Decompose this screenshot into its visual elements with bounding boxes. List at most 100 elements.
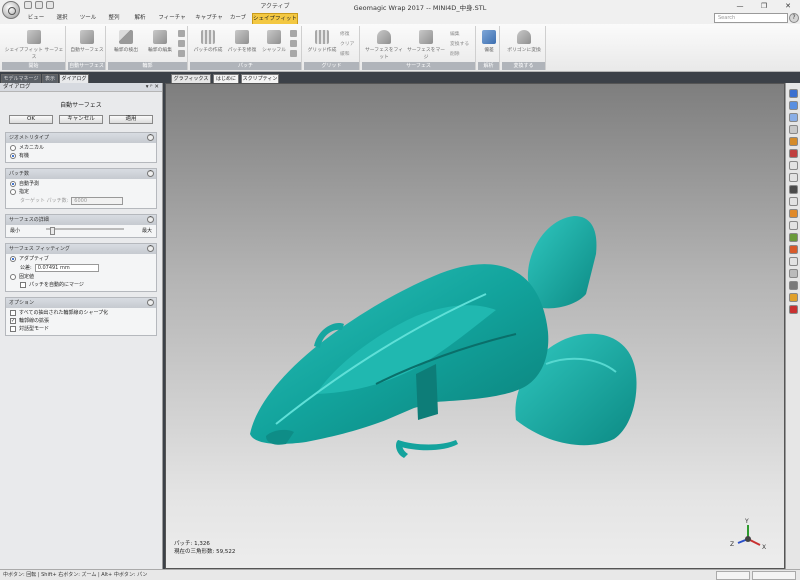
checkbox-auto-merge[interactable]: パッチを自動的にマージ — [6, 281, 156, 289]
search-input[interactable]: Search — [714, 13, 788, 23]
shapefit-surface-button[interactable]: シェイプフィット サーフェス — [4, 28, 64, 60]
checkbox-extend-contours[interactable]: ✓ 輪郭線の拡張 — [6, 317, 156, 325]
view-fit-icon[interactable] — [789, 101, 798, 110]
tab-select[interactable]: 選択 — [52, 13, 72, 24]
view-color-icon[interactable] — [789, 149, 798, 158]
contour-small-icon-2[interactable] — [178, 40, 185, 47]
radio-specify[interactable]: 指定 — [6, 188, 156, 196]
tolerance-field[interactable]: 0.07491 mm — [34, 264, 99, 272]
collapse-icon[interactable]: ⌃ — [147, 134, 154, 141]
tab-getting-started[interactable]: はじめに — [213, 74, 239, 83]
radio-organic[interactable]: 有機 — [6, 152, 156, 160]
ok-button[interactable]: OK — [9, 115, 53, 124]
surface-delete-button[interactable]: 削除 — [450, 50, 460, 57]
view-select-icon[interactable] — [789, 209, 798, 218]
collapse-icon[interactable]: ⌃ — [147, 245, 154, 252]
graphics-viewport[interactable]: Y X Z パッチ: 1,326 現在の三角形数: 59,522 — [165, 83, 785, 569]
tab-align[interactable]: 整列 — [104, 13, 124, 24]
repair-patch-button[interactable]: パッチを修復 — [226, 28, 258, 60]
panel-header-controls[interactable]: ▾ ᵖ ✕ — [146, 83, 159, 92]
create-patch-button[interactable]: パッチの作成 — [192, 28, 224, 60]
detect-contour-button[interactable]: 輪郭の検出 — [110, 28, 142, 60]
application-menu-button[interactable] — [2, 1, 20, 19]
contour-small-icon-1[interactable] — [178, 30, 185, 37]
view-cube-icon[interactable] — [789, 89, 798, 98]
restore-button[interactable]: ❐ — [752, 0, 776, 12]
view-camera-icon[interactable] — [789, 281, 798, 290]
view-pan-icon[interactable] — [789, 173, 798, 182]
view-settings-icon[interactable] — [789, 269, 798, 278]
tab-scripting[interactable]: スクリプティング — [241, 74, 279, 91]
patch-small-icon-1[interactable] — [290, 30, 297, 37]
slider-thumb[interactable] — [50, 227, 55, 235]
section-header-surface-fitting[interactable]: サーフェス フィッティング ⌃ — [6, 244, 156, 254]
deviation-button[interactable]: 偏差 — [479, 28, 499, 60]
undo-icon[interactable] — [35, 1, 43, 9]
merge-surface-button[interactable]: サーフェスをマージ — [406, 28, 446, 60]
collapse-icon[interactable]: ⌃ — [147, 216, 154, 223]
group-grid: グリッド作成 修復 クリア 緩和 グリッド — [304, 26, 360, 70]
patch-small-icon-2[interactable] — [290, 40, 297, 47]
section-header-surface-detail[interactable]: サーフェスの詳細 ⌃ — [6, 215, 156, 225]
target-patch-field[interactable]: 6000 — [71, 197, 124, 205]
tab-dialog[interactable]: ダイアログ — [59, 74, 89, 83]
view-front-icon[interactable] — [789, 113, 798, 122]
radio-fixed[interactable]: 固定値 — [6, 273, 156, 281]
help-button[interactable]: ? — [789, 13, 799, 23]
apply-button[interactable]: 適用 — [109, 115, 153, 124]
tab-tools[interactable]: ツール — [78, 13, 98, 24]
tab-model-manager[interactable]: モデルマネージャ — [1, 74, 41, 91]
tab-view[interactable]: ビュー — [26, 13, 46, 24]
tab-graphics[interactable]: グラフィックス — [171, 74, 211, 83]
surface-edit-button[interactable]: 編集 — [450, 30, 460, 37]
surface-detail-slider[interactable] — [46, 228, 124, 230]
view-measure-icon[interactable] — [789, 257, 798, 266]
section-header-patch-count[interactable]: パッチ数 ⌃ — [6, 169, 156, 179]
view-annotation-icon[interactable] — [789, 293, 798, 302]
save-icon[interactable] — [24, 1, 32, 9]
view-shade-icon[interactable] — [789, 197, 798, 206]
shuffle-button[interactable]: シャッフル — [260, 28, 288, 60]
checkbox-interactive-mode[interactable]: 対話型モード — [6, 325, 156, 333]
create-grid-button[interactable]: グリッド作成 — [306, 28, 338, 60]
section-header-options[interactable]: オプション ⌃ — [6, 298, 156, 308]
radio-adaptive[interactable]: アダプティブ — [6, 255, 156, 263]
axis-indicator: Y X Z — [730, 518, 766, 551]
fit-surface-button[interactable]: サーフェスをフィット — [364, 28, 404, 60]
grid-relax-button[interactable]: 緩和 — [340, 50, 350, 57]
tab-shapefit[interactable]: シェイプフィット — [252, 13, 298, 24]
tab-features[interactable]: フィーチャー — [156, 13, 188, 32]
view-rotate-icon[interactable] — [789, 161, 798, 170]
view-zoom-icon[interactable] — [789, 125, 798, 134]
view-reset-icon[interactable] — [789, 305, 798, 314]
convert-to-polygon-button[interactable]: ポリゴンに変換 — [504, 28, 544, 60]
close-button[interactable]: ✕ — [776, 0, 800, 12]
section-header-geometry-type[interactable]: ジオメトリタイプ ⌃ — [6, 133, 156, 143]
tab-curve[interactable]: カーブ — [228, 13, 248, 24]
redo-icon[interactable] — [46, 1, 54, 9]
minimize-button[interactable]: — — [728, 0, 752, 12]
grid-repair-button[interactable]: 修復 — [340, 30, 350, 37]
view-section-icon[interactable] — [789, 233, 798, 242]
radio-auto-estimate[interactable]: 自動予測 — [6, 180, 156, 188]
collapse-icon[interactable]: ⌃ — [147, 299, 154, 306]
checkbox-sharpen-contours[interactable]: すべての抽出された輪郭線のシャープ化 — [6, 309, 156, 317]
tab-capture[interactable]: キャプチャ — [194, 13, 224, 24]
edit-contour-button[interactable]: 輪郭の編集 — [144, 28, 176, 60]
view-clip-icon[interactable] — [789, 221, 798, 230]
collapse-icon[interactable]: ⌃ — [147, 170, 154, 177]
autosurface-button[interactable]: 自動サーフェス — [70, 28, 104, 60]
tab-analysis[interactable]: 解析 — [130, 13, 150, 24]
view-light-icon[interactable] — [789, 137, 798, 146]
model-render[interactable]: Y X Z — [166, 84, 785, 569]
radio-mechanical[interactable]: メカニカル — [6, 144, 156, 152]
cancel-button[interactable]: キャンセル — [59, 115, 103, 124]
surface-convert-button[interactable]: 変換する — [450, 40, 469, 47]
tab-display[interactable]: 表示 — [42, 74, 58, 83]
contour-small-icon-3[interactable] — [178, 50, 185, 57]
checkbox-icon — [20, 282, 26, 288]
grid-clear-button[interactable]: クリア — [340, 40, 354, 47]
view-deviation-icon[interactable] — [789, 245, 798, 254]
view-wireframe-icon[interactable] — [789, 185, 798, 194]
patch-small-icon-3[interactable] — [290, 50, 297, 57]
